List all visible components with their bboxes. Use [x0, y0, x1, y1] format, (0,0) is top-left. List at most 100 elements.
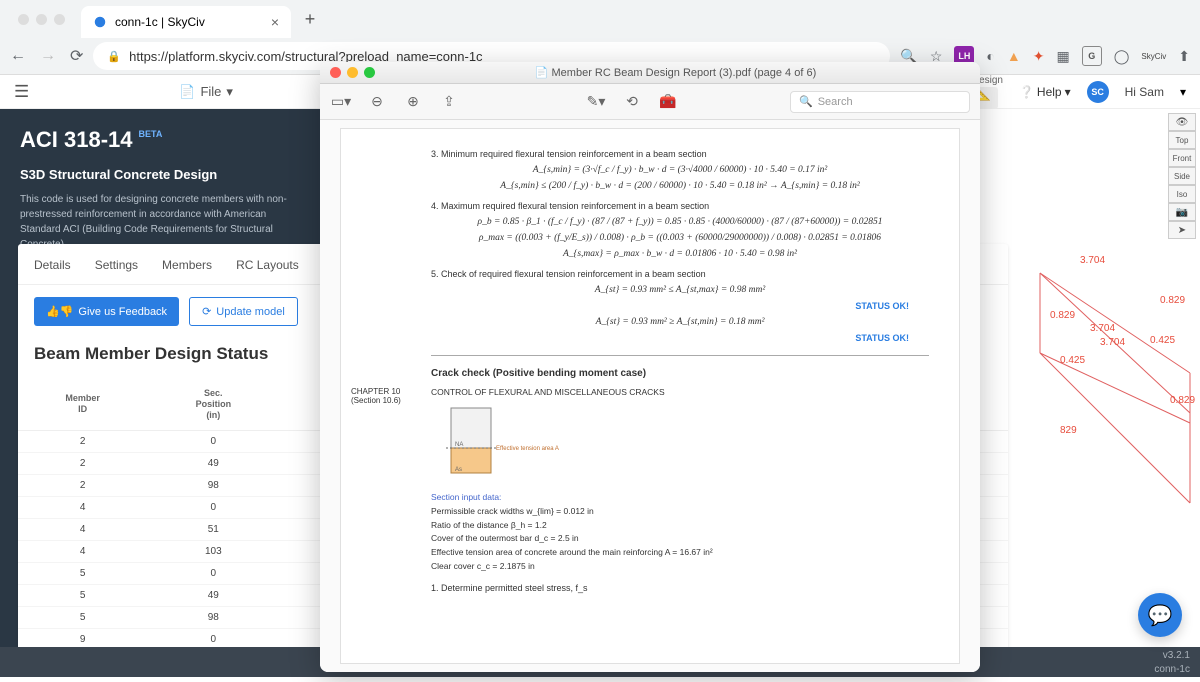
reload-button[interactable]: ⟳ [70, 46, 83, 66]
tab-settings[interactable]: Settings [95, 258, 138, 272]
table-cell: 98 [147, 475, 279, 497]
file-label: File [200, 84, 221, 99]
max-dot[interactable] [54, 14, 65, 25]
svg-text:NA: NA [455, 442, 463, 448]
close-dot[interactable] [18, 14, 29, 25]
chevron-down-icon[interactable]: ▾ [1180, 85, 1186, 99]
chevron-down-icon: ▾ [1065, 85, 1071, 99]
pdf-zoom-in-button[interactable]: ⊕ [402, 93, 424, 110]
ext-icon-3[interactable]: ✦ [1033, 48, 1045, 65]
tab-title: conn-1c | SkyCiv [115, 15, 205, 29]
pdf-zoom-out-button[interactable]: ⊖ [366, 93, 388, 110]
window-controls[interactable] [8, 14, 75, 25]
forward-button[interactable]: → [40, 47, 56, 65]
view-front-button[interactable]: Front [1168, 149, 1196, 167]
view-iso-button[interactable]: Iso [1168, 185, 1196, 203]
pdf-input4: Effective tension area of concrete aroun… [431, 546, 929, 559]
pdf-window: 📄 Member RC Beam Design Report (3).pdf (… [320, 62, 980, 672]
help-icon: ❔ [1019, 85, 1034, 99]
help-label: Help [1037, 85, 1062, 99]
pdf-input-data: Section input data: Permissible crack wi… [431, 491, 929, 573]
table-cell: 5 [18, 563, 147, 585]
pdf-min-button[interactable] [347, 67, 358, 78]
pdf-sidebar-button[interactable]: ▭▾ [330, 93, 352, 110]
min-dot[interactable] [36, 14, 47, 25]
ext-icon-2[interactable]: ▲ [1007, 48, 1021, 64]
ext-icon-6[interactable]: ⬆ [1178, 48, 1190, 65]
table-cell: 5 [18, 607, 147, 629]
user-greeting: Hi Sam [1125, 85, 1164, 99]
vp-label: 0.829 [1160, 295, 1185, 306]
back-button[interactable]: ← [10, 47, 26, 65]
user-avatar[interactable]: SC [1087, 81, 1109, 103]
chat-icon: 💬 [1148, 603, 1173, 628]
view-side-button[interactable]: Side [1168, 167, 1196, 185]
pdf-crack-sub: CONTROL OF FLEXURAL AND MISCELLANEOUS CR… [431, 387, 929, 397]
vp-label: 3.704 [1080, 255, 1105, 266]
vp-label: 3.704 [1090, 323, 1115, 334]
feedback-button[interactable]: 👍👎 Give us Feedback [34, 297, 179, 326]
view-eye-button[interactable]: 👁 [1168, 113, 1196, 131]
vp-label: 0.829 [1170, 395, 1195, 406]
update-model-button[interactable]: ⟳ Update model [189, 297, 298, 326]
pdf-eq4b: ρ_max = ((0.003 + (f_y/E_s)) / 0.008) · … [431, 233, 929, 243]
pdf-titlebar[interactable]: 📄 Member RC Beam Design Report (3).pdf (… [320, 62, 980, 84]
vp-label: 0.829 [1050, 310, 1075, 321]
table-cell: 2 [18, 431, 147, 453]
ext-icon-1[interactable]: ◐ [986, 48, 994, 64]
pdf-input2: Ratio of the distance β_h = 1.2 [431, 519, 929, 532]
ext-icon-g[interactable]: G [1082, 46, 1102, 66]
table-cell: 49 [147, 585, 279, 607]
pdf-close-button[interactable] [330, 67, 341, 78]
pdf-body[interactable]: 3. Minimum required flexural tension rei… [320, 120, 980, 672]
pdf-search-input[interactable]: 🔍 Search [790, 91, 970, 113]
update-label: Update model [216, 306, 285, 318]
ext-icon-5[interactable]: ◯ [1114, 48, 1130, 65]
search-icon: 🔍 [799, 95, 813, 108]
thumbs-icon: 👍👎 [46, 305, 73, 318]
table-cell: 103 [147, 541, 279, 563]
tab-details[interactable]: Details [34, 258, 71, 272]
pdf-input3: Cover of the outermost bar d_c = 2.5 in [431, 532, 929, 545]
pdf-status1: STATUS OK! [431, 301, 929, 311]
pdf-page: 3. Minimum required flexural tension rei… [340, 128, 960, 664]
view-arrow-button[interactable]: ➤ [1168, 221, 1196, 239]
help-button[interactable]: ❔ Help ▾ [1019, 85, 1071, 99]
col-header: Sec.Position(in) [147, 378, 279, 431]
vp-label: 829 [1060, 425, 1077, 436]
pdf-status2: STATUS OK! [431, 333, 929, 343]
skyciv-ext-icon[interactable]: SkyCiv [1141, 52, 1166, 61]
table-cell: 49 [147, 453, 279, 475]
pdf-markup-button[interactable]: 🧰 [657, 93, 679, 110]
table-cell: 4 [18, 541, 147, 563]
vp-label: 3.704 [1100, 337, 1125, 348]
file-icon: 📄 [179, 84, 195, 100]
menu-icon[interactable]: ☰ [14, 82, 29, 102]
pdf-highlight-button[interactable]: ✎▾ [585, 93, 607, 110]
chat-button[interactable]: 💬 [1138, 593, 1182, 637]
view-camera-button[interactable]: 📷 [1168, 203, 1196, 221]
pdf-toolbar: ▭▾ ⊖ ⊕ ⇪ ✎▾ ⟲ 🧰 🔍 Search [320, 84, 980, 120]
tab-members[interactable]: Members [162, 258, 212, 272]
tab-close-icon[interactable]: × [271, 14, 279, 30]
file-menu[interactable]: 📄 File ▾ [179, 84, 233, 100]
pdf-eq5a: A_{st} = 0.93 mm² ≤ A_{st,max} = 0.98 mm… [431, 285, 929, 295]
table-cell: 0 [147, 497, 279, 519]
code-subtitle: S3D Structural Concrete Design [20, 167, 300, 182]
code-description: This code is used for designing concrete… [20, 192, 300, 252]
browser-tab[interactable]: conn-1c | SkyCiv × [81, 6, 291, 38]
tab-rclayouts[interactable]: RC Layouts [236, 258, 299, 272]
view-top-button[interactable]: Top [1168, 131, 1196, 149]
pdf-share-button[interactable]: ⇪ [438, 93, 460, 110]
pdf-rotate-button[interactable]: ⟲ [621, 93, 643, 110]
pdf-input-head: Section input data: [431, 491, 929, 504]
refresh-icon: ⟳ [202, 305, 211, 318]
ext-icon-4[interactable]: ▦ [1056, 48, 1069, 65]
new-tab-button[interactable]: + [297, 6, 323, 32]
pdf-max-button[interactable] [364, 67, 375, 78]
vp-label: 0.425 [1060, 355, 1085, 366]
pdf-eq3a: A_{s,min} = (3·√f_c / f_y) · b_w · d = (… [431, 165, 929, 175]
beta-badge: BETA [139, 129, 163, 139]
pdf-sec5: 5. Check of required flexural tension re… [431, 269, 929, 279]
skyciv-favicon [93, 15, 107, 29]
